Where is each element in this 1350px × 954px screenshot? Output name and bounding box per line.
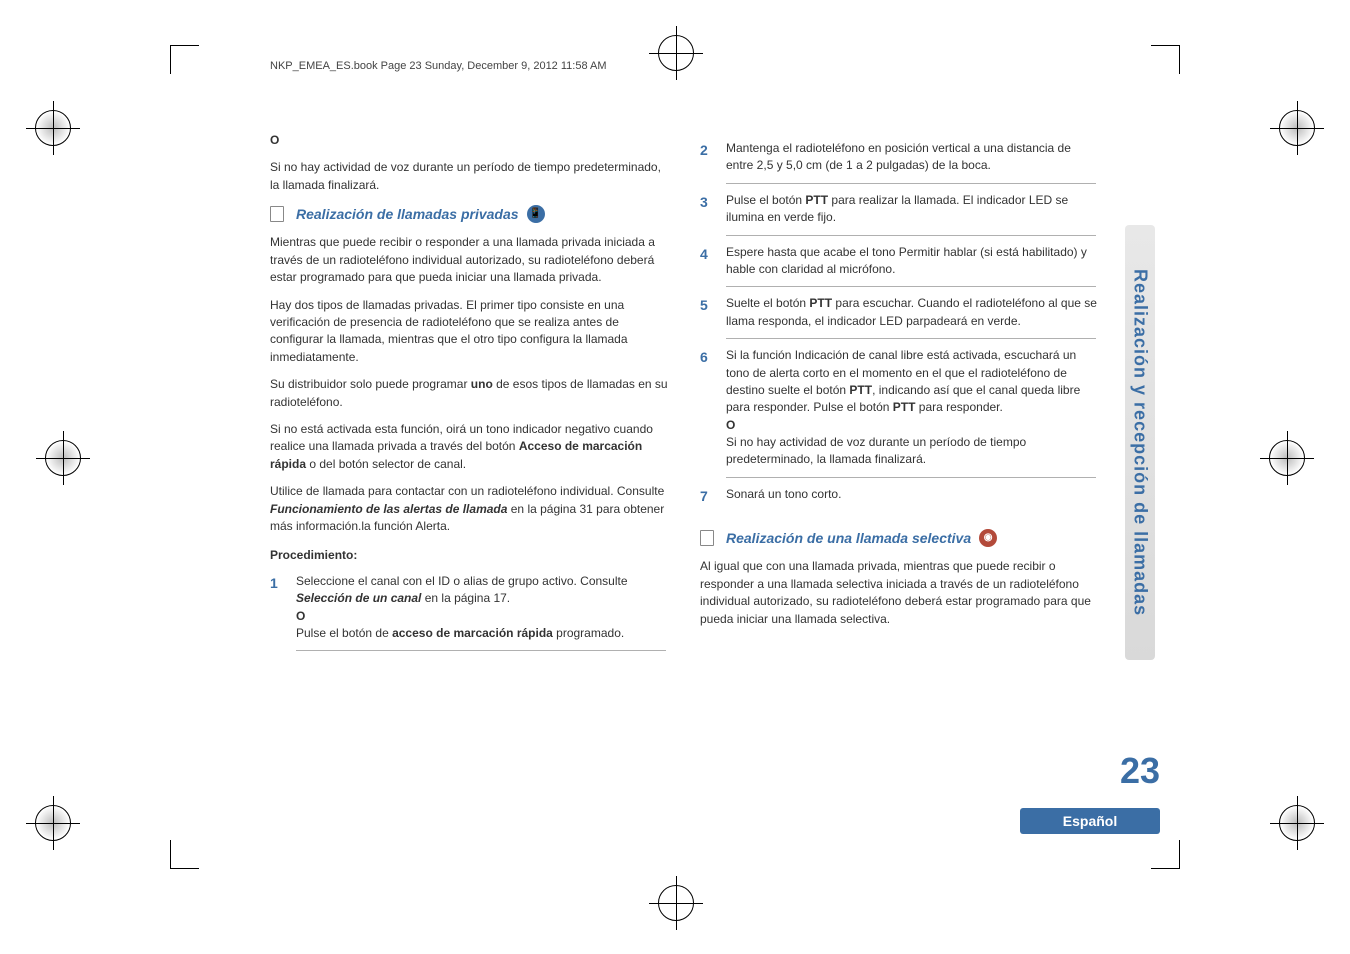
columns: O Si no hay actividad de voz durante un … [220,132,1250,657]
sidebar-title: Realización y recepción de llamadas [1130,269,1151,616]
step-number: 2 [700,140,714,175]
text-bold: PTT [849,383,872,397]
text-bold: PTT [893,400,916,414]
step-number: 6 [700,347,714,469]
divider [726,477,1096,478]
procedure-label: Procedimiento: [270,547,670,564]
registration-mark [658,885,694,921]
text: Pulse el botón de [296,626,392,640]
registration-mark [1279,805,1315,841]
step-text: Espere hasta que acabe el tono Permitir … [726,244,1100,279]
text: o del botón selector de canal. [306,457,466,471]
left-column: O Si no hay actividad de voz durante un … [270,132,670,657]
document-icon [270,206,284,222]
crop-mark [170,45,199,74]
registration-mark [35,110,71,146]
paragraph: Hay dos tipos de llamadas privadas. El p… [270,297,670,367]
document-icon [700,530,714,546]
page-number: 23 [1120,750,1160,792]
text-bold: uno [471,377,493,391]
text-bold: acceso de marcación rápida [392,626,553,640]
text: en la página 17. [421,591,510,605]
divider [726,183,1096,184]
text: Seleccione el canal con el ID o alias de… [296,574,628,588]
divider [296,650,666,651]
divider [726,235,1096,236]
paragraph: Al igual que con una llamada privada, mi… [700,558,1100,628]
or-text: O [726,417,1100,434]
paragraph: Mientras que puede recibir o responder a… [270,234,670,286]
step-number: 5 [700,295,714,330]
section-heading-selective-call: Realización de una llamada selectiva ◉ [700,528,1100,548]
step-1: 1 Seleccione el canal con el ID o alias … [270,573,670,643]
text-bold: PTT [809,296,832,310]
text: programado. [553,626,624,640]
paragraph: Su distribuidor solo puede programar uno… [270,376,670,411]
step-text: Sonará un tono corto. [726,486,1100,506]
digital-mode-icon: 📱 [527,205,545,223]
step-text: Suelte el botón PTT para escuchar. Cuand… [726,295,1100,330]
step-3: 3 Pulse el botón PTT para realizar la ll… [700,192,1100,227]
paragraph: Si no hay actividad de voz durante un pe… [270,159,670,194]
or-text: O [270,132,670,149]
right-column: 2 Mantenga el radioteléfono en posición … [700,132,1100,657]
running-header: NKP_EMEA_ES.book Page 23 Sunday, Decembe… [270,60,1250,72]
step-number: 7 [700,486,714,506]
crop-mark [170,840,199,869]
registration-mark [35,805,71,841]
divider [726,286,1096,287]
text: Utilice de llamada para contactar con un… [270,484,664,498]
text-ref: Selección de un canal [296,591,421,605]
step-number: 3 [700,192,714,227]
section-heading-private-calls: Realización de llamadas privadas 📱 [270,204,670,224]
registration-mark [45,440,81,476]
divider [726,338,1096,339]
text: para responder. [915,400,1002,414]
step-text: Seleccione el canal con el ID o alias de… [296,573,670,643]
step-text: Pulse el botón PTT para realizar la llam… [726,192,1100,227]
step-text: Si la función Indicación de canal libre … [726,347,1100,469]
registration-mark [1279,110,1315,146]
text-ref: Funcionamiento de las alertas de llamada [270,502,507,516]
paragraph: Utilice de llamada para contactar con un… [270,483,670,535]
registration-mark [1269,440,1305,476]
step-5: 5 Suelte el botón PTT para escuchar. Cua… [700,295,1100,330]
text: Suelte el botón [726,296,809,310]
text-bold: PTT [805,193,828,207]
section-title: Realización de llamadas privadas [296,204,519,224]
analog-mode-icon: ◉ [979,529,997,547]
step-number: 1 [270,573,284,643]
step-text: Mantenga el radioteléfono en posición ve… [726,140,1100,175]
or-text: O [296,608,670,625]
text: Pulse el botón [726,193,805,207]
step-number: 4 [700,244,714,279]
step-4: 4 Espere hasta que acabe el tono Permiti… [700,244,1100,279]
language-tab: Español [1020,808,1160,834]
step-7: 7 Sonará un tono corto. [700,486,1100,506]
step-2: 2 Mantenga el radioteléfono en posición … [700,140,1100,175]
paragraph: Si no está activada esta función, oirá u… [270,421,670,473]
text: Su distribuidor solo puede programar [270,377,471,391]
page-content: NKP_EMEA_ES.book Page 23 Sunday, Decembe… [220,60,1250,880]
section-title: Realización de una llamada selectiva [726,528,971,548]
step-6: 6 Si la función Indicación de canal libr… [700,347,1100,469]
sidebar-tab: Realización y recepción de llamadas [1125,225,1155,660]
text: Si no hay actividad de voz durante un pe… [726,434,1100,469]
